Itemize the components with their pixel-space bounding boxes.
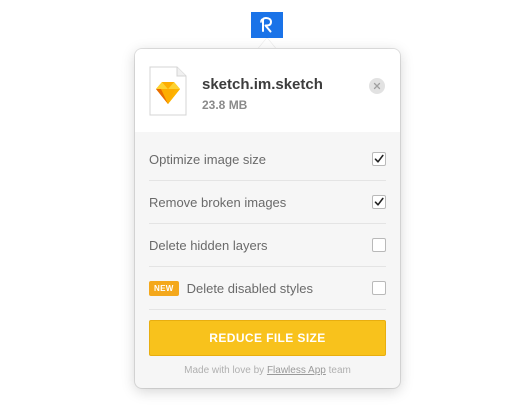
option-label: Delete hidden layers: [149, 237, 268, 253]
options-list: Optimize image size Remove broken images…: [149, 138, 386, 310]
delete-hidden-layers-checkbox[interactable]: [372, 238, 386, 252]
checkmark-icon: [374, 197, 384, 206]
flawless-app-menubar-icon[interactable]: [251, 12, 283, 38]
option-label: Delete disabled styles: [186, 280, 314, 296]
option-delete-disabled-styles[interactable]: NEW Delete disabled styles: [149, 267, 386, 310]
option-label: Remove broken images: [149, 194, 287, 210]
option-remove-broken-images[interactable]: Remove broken images: [149, 181, 386, 224]
delete-disabled-styles-checkbox[interactable]: [372, 281, 386, 295]
checkmark-icon: [374, 154, 384, 163]
remove-broken-images-checkbox[interactable]: [372, 195, 386, 209]
sketch-file-icon: [149, 66, 187, 116]
footer-suffix: team: [325, 365, 351, 376]
reduce-file-size-popover: sketch.im.sketch 23.8 MB Optimize image …: [135, 49, 400, 388]
optimize-image-size-checkbox[interactable]: [372, 152, 386, 166]
file-size: 23.8 MB: [202, 98, 248, 112]
flawless-app-link[interactable]: Flawless App: [267, 365, 326, 376]
reduce-file-size-button[interactable]: REDUCE FILE SIZE: [149, 320, 386, 356]
file-name: sketch.im.sketch: [202, 76, 323, 93]
option-label: Optimize image size: [149, 151, 267, 167]
close-icon: [373, 82, 381, 90]
footer-prefix: Made with love by: [184, 365, 267, 376]
new-badge: NEW: [149, 280, 179, 296]
option-delete-hidden-layers[interactable]: Delete hidden layers: [149, 224, 386, 267]
file-header: sketch.im.sketch 23.8 MB: [135, 49, 400, 132]
option-optimize-image-size[interactable]: Optimize image size: [149, 138, 386, 181]
close-button[interactable]: [369, 78, 385, 94]
flawless-r-logo-icon: [260, 17, 272, 33]
popover-arrow: [258, 38, 276, 49]
footer-credit: Made with love by Flawless App team: [135, 365, 400, 376]
